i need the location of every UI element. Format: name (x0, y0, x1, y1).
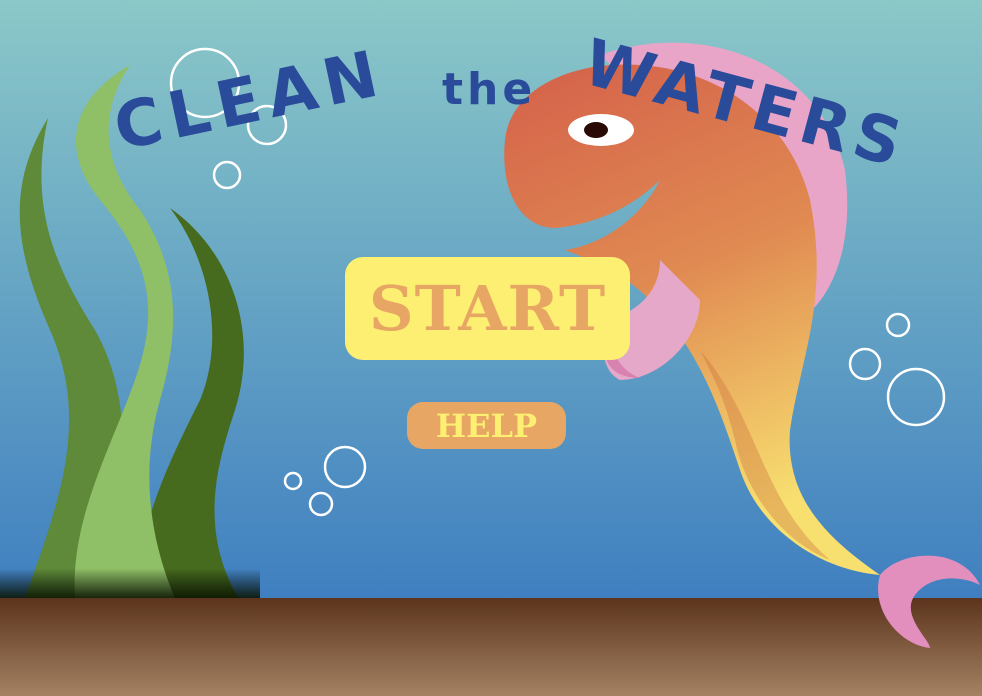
help-button[interactable]: HELP (407, 402, 566, 449)
sea-floor (0, 598, 982, 696)
start-button[interactable]: START (345, 257, 630, 360)
fish-eye (584, 122, 608, 138)
title-word-the: the (442, 64, 536, 115)
